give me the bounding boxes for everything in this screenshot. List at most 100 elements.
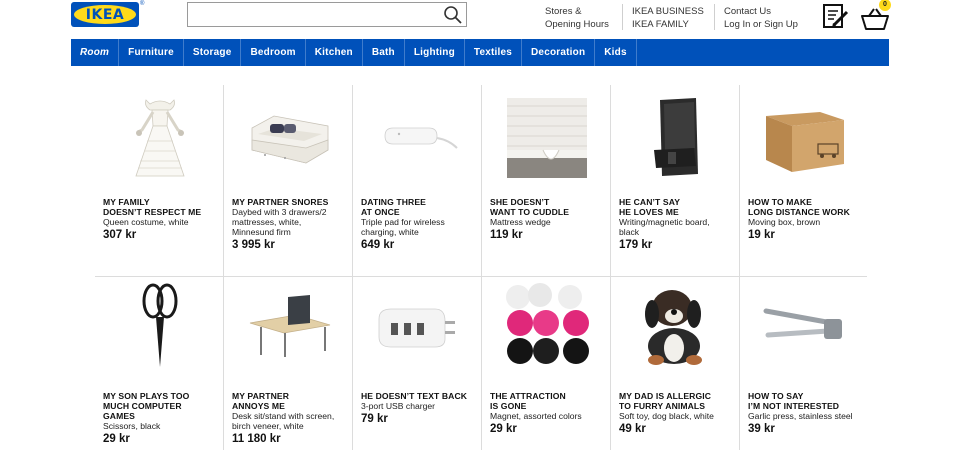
product-price: 3 995 kr [232, 239, 275, 251]
product-grid: MY FAMILY DOESN’T RESPECT ME Queen costu… [95, 85, 867, 450]
product-headline: SHE DOESN’T [490, 197, 550, 207]
moving-box-icon [765, 112, 844, 172]
product-info: MY PARTNER SNORES Daybed with 3 drawers/… [232, 197, 353, 252]
product-image[interactable] [232, 93, 345, 183]
main-nav: Room Furniture Storage Bedroom Kitchen B… [71, 39, 889, 66]
stores-link-line1: Stores & [545, 6, 582, 17]
product-card[interactable]: DATING THREE AT ONCE Triple pad for wire… [353, 85, 482, 276]
product-price: 179 kr [619, 239, 653, 251]
product-card[interactable]: HOW TO MAKE LONG DISTANCE WORK Moving bo… [740, 85, 867, 276]
nav-item-kids[interactable]: Kids [595, 39, 637, 66]
product-description: Moving box, brown [748, 217, 821, 227]
shopping-list-icon[interactable] [822, 3, 849, 30]
desk-icon [249, 295, 330, 357]
contact-us-link[interactable]: Contact Us [724, 5, 798, 18]
mattress-wedge-icon [506, 98, 587, 178]
product-card[interactable]: SHE DOESN’T WANT TO CUDDLE Mattress wedg… [482, 85, 611, 276]
nav-item-textiles[interactable]: Textiles [465, 39, 523, 66]
product-info: HOW TO MAKE LONG DISTANCE WORK Moving bo… [748, 197, 869, 242]
product-headline: HOW TO MAKE [748, 197, 812, 207]
product-headline: MY FAMILY [103, 197, 150, 207]
product-description: black [619, 227, 640, 237]
business-family-link[interactable]: IKEA BUSINESS IKEA FAMILY [632, 5, 704, 31]
product-headline: HE LOVES ME [619, 207, 679, 217]
product-info: MY FAMILY DOESN’T RESPECT ME Queen costu… [103, 197, 224, 242]
product-headline: TO FURRY ANIMALS [619, 401, 706, 411]
product-card[interactable]: HOW TO SAY I’M NOT INTERESTED Garlic pre… [740, 277, 867, 450]
search-icon[interactable] [443, 5, 463, 25]
product-card[interactable]: MY DAD IS ALLERGIC TO FURRY ANIMALS Soft… [611, 277, 740, 450]
charging-pad-icon [384, 127, 458, 149]
ikea-logo[interactable]: IKEA [71, 2, 139, 27]
product-image[interactable] [103, 93, 216, 183]
product-card[interactable]: MY PARTNER SNORES Daybed with 3 drawers/… [224, 85, 353, 276]
nav-item-decoration[interactable]: Decoration [522, 39, 596, 66]
product-image[interactable] [361, 93, 474, 183]
logo-registered-mark: ® [140, 1, 145, 7]
nav-item-room[interactable]: Room [71, 39, 120, 66]
product-headline: MY SON PLAYS TOO [103, 391, 190, 401]
product-card[interactable]: MY PARTNER ANNOYS ME Desk sit/stand with… [224, 277, 353, 450]
ikea-business-link[interactable]: IKEA BUSINESS [632, 5, 704, 18]
garlic-press-icon [763, 308, 842, 339]
search-box [187, 2, 467, 27]
nav-item-lighting[interactable]: Lighting [405, 39, 465, 66]
product-description: Desk sit/stand with screen, [232, 411, 335, 421]
product-headline: DATING THREE [361, 197, 427, 207]
product-card[interactable]: HE CAN’T SAY HE LOVES ME Writing/magneti… [611, 85, 740, 276]
contact-login-link[interactable]: Contact Us Log In or Sign Up [724, 5, 798, 31]
ikea-family-link[interactable]: IKEA FAMILY [632, 18, 704, 31]
product-price: 307 kr [103, 229, 137, 241]
product-card[interactable]: HE DOESN’T TEXT BACK 3-port USB charger … [353, 277, 482, 450]
product-image[interactable] [490, 93, 603, 183]
nav-item-kitchen[interactable]: Kitchen [306, 39, 363, 66]
product-price: 11 180 kr [232, 433, 281, 445]
product-card[interactable]: MY FAMILY DOESN’T RESPECT ME Queen costu… [95, 85, 224, 276]
product-headline: MY PARTNER [232, 391, 290, 401]
product-headline: AT ONCE [361, 207, 400, 217]
product-headline: HE CAN’T SAY [619, 197, 681, 207]
product-image[interactable] [748, 93, 861, 183]
product-price: 49 kr [619, 423, 646, 435]
product-card[interactable]: THE ATTRACTION IS GONE Magnet, assorted … [482, 277, 611, 450]
login-signup-link[interactable]: Log In or Sign Up [724, 18, 798, 31]
product-info: SHE DOESN’T WANT TO CUDDLE Mattress wedg… [490, 197, 611, 242]
nav-item-bath[interactable]: Bath [363, 39, 405, 66]
product-info: MY SON PLAYS TOO MUCH COMPUTER GAMES Sci… [103, 391, 224, 446]
product-headline: IS GONE [490, 401, 527, 411]
magnetic-board-icon [653, 98, 698, 176]
stores-opening-hours-link[interactable]: Stores & Opening Hours [545, 5, 609, 31]
product-description: Triple pad for wireless [361, 217, 445, 227]
header-divider [622, 4, 623, 30]
cart-button[interactable]: 0 [860, 0, 891, 31]
product-description: Magnet, assorted colors [490, 411, 582, 421]
product-image[interactable] [619, 93, 732, 183]
stores-link-line2: Opening Hours [545, 19, 609, 30]
product-image[interactable] [490, 281, 603, 371]
nav-item-furniture[interactable]: Furniture [119, 39, 184, 66]
product-price: 119 kr [490, 229, 523, 241]
product-image[interactable] [619, 281, 732, 371]
product-headline: DOESN’T RESPECT ME [103, 207, 202, 217]
product-description: mattresses, white, [232, 217, 302, 227]
product-image[interactable] [232, 281, 345, 371]
product-row: MY FAMILY DOESN’T RESPECT ME Queen costu… [95, 85, 867, 276]
product-image[interactable] [361, 281, 474, 371]
nav-item-bedroom[interactable]: Bedroom [241, 39, 306, 66]
product-image[interactable] [748, 281, 861, 371]
product-description: charging, white [361, 227, 419, 237]
product-headline: HE DOESN’T TEXT BACK [361, 391, 468, 401]
product-image[interactable] [103, 281, 216, 371]
product-description: Queen costume, white [103, 217, 189, 227]
product-headline: WANT TO CUDDLE [490, 207, 570, 217]
search-input[interactable] [188, 3, 438, 26]
logo-text: IKEA [85, 6, 125, 23]
product-price: 29 kr [490, 423, 517, 435]
queen-costume-icon [134, 98, 185, 176]
daybed-icon [251, 115, 328, 164]
product-row: MY SON PLAYS TOO MUCH COMPUTER GAMES Sci… [95, 276, 867, 450]
product-headline: GAMES [103, 411, 136, 421]
logo-oval: IKEA [74, 5, 136, 24]
product-card[interactable]: MY SON PLAYS TOO MUCH COMPUTER GAMES Sci… [95, 277, 224, 450]
nav-item-storage[interactable]: Storage [184, 39, 242, 66]
